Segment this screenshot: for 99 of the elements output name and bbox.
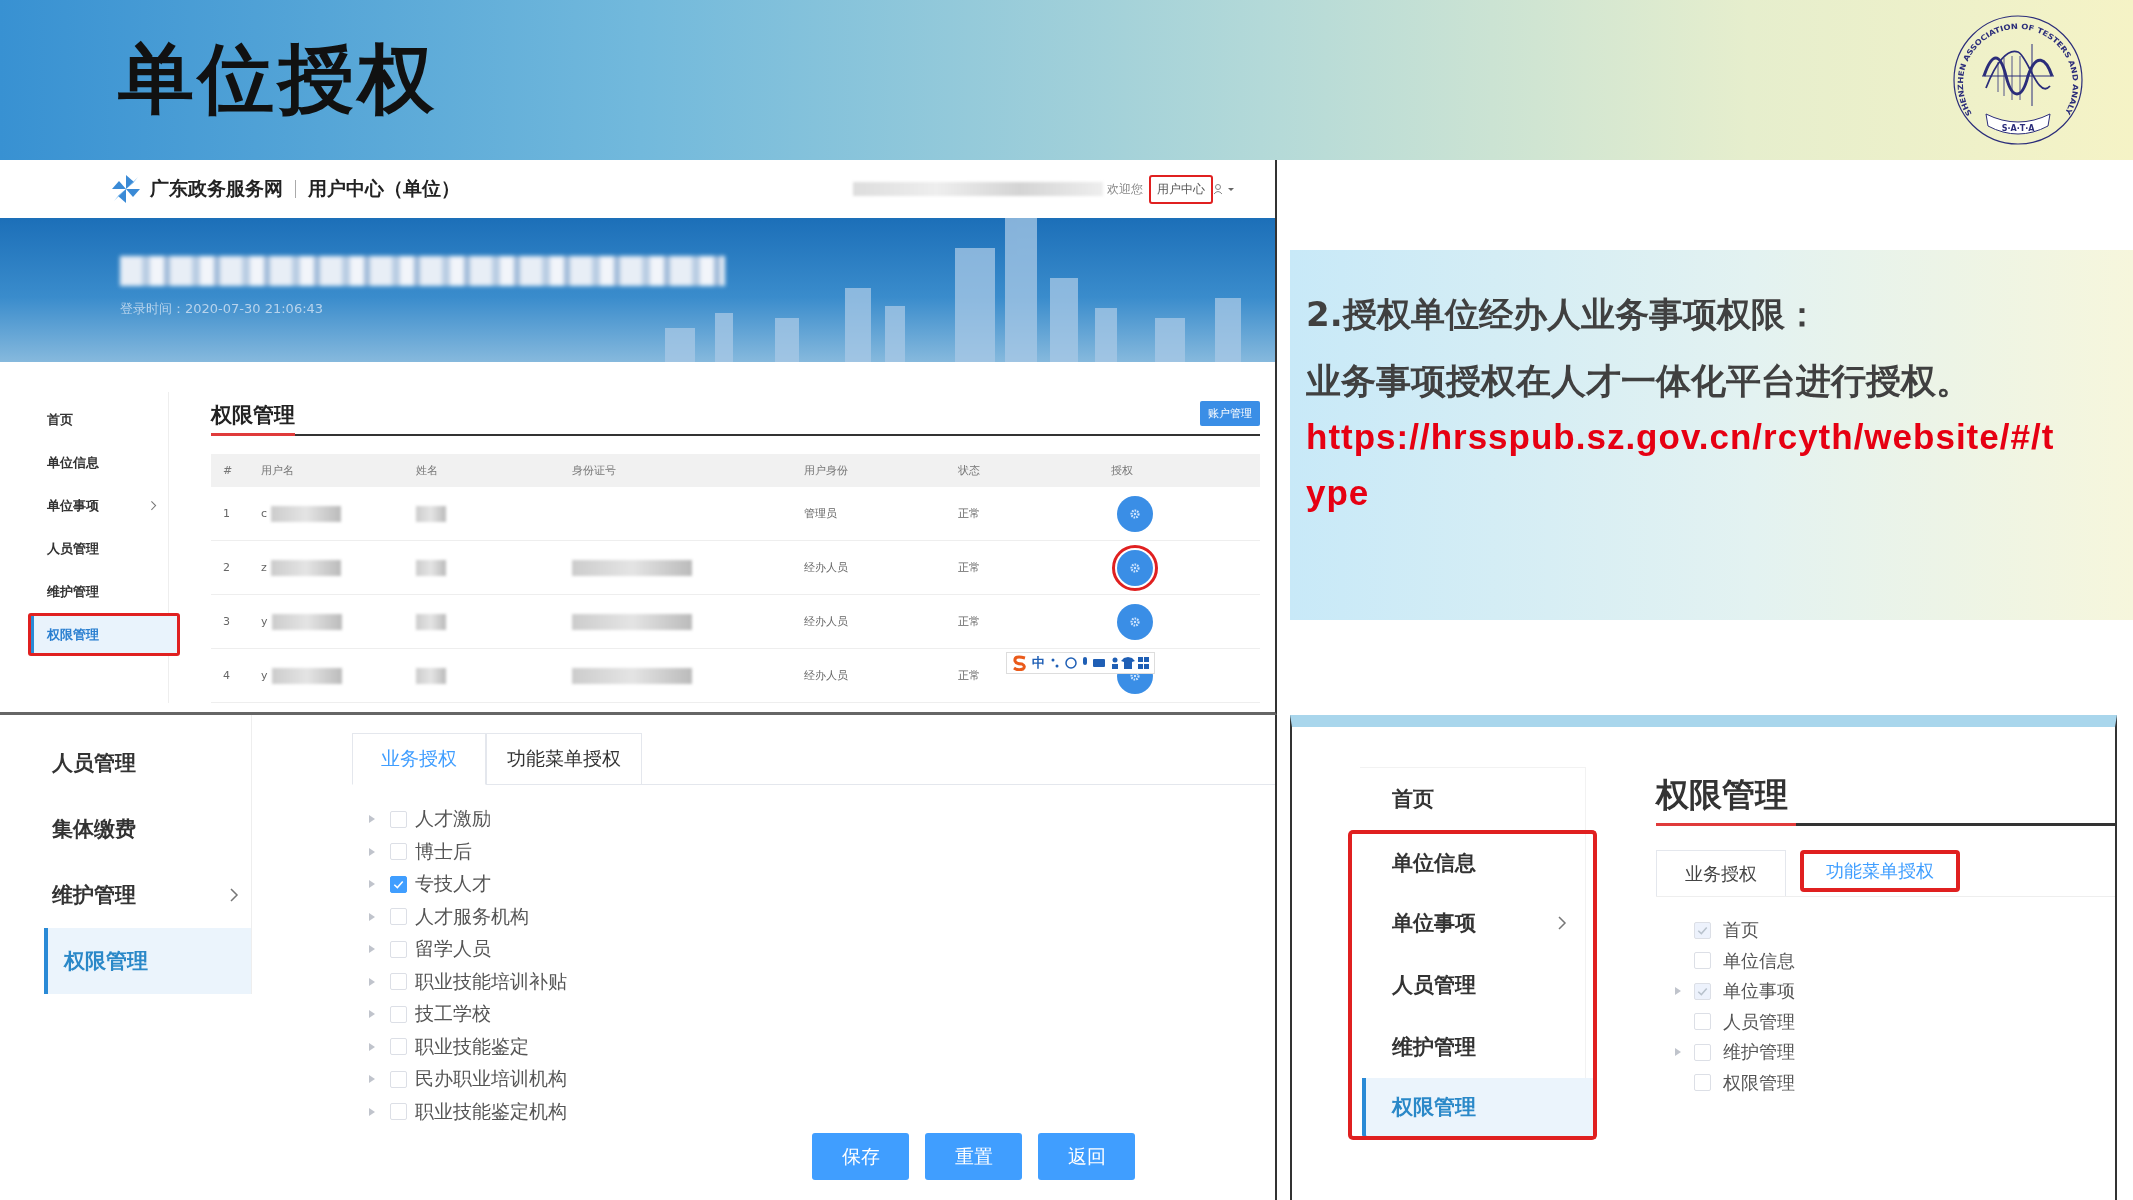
gear-icon <box>1129 507 1141 520</box>
caret-icon[interactable] <box>368 1074 376 1085</box>
table-cell-text: 管理员 <box>803 506 838 521</box>
caret-icon[interactable] <box>368 976 376 987</box>
tree-item-label[interactable]: 单位事项 <box>1723 979 1795 1004</box>
table-cell-text: 经办人员 <box>803 668 849 683</box>
sidebar-item[interactable]: 人员管理 <box>44 730 251 796</box>
input-mode-label[interactable]: 中 <box>1032 654 1045 672</box>
panel-title: 权限管理 <box>211 401 295 436</box>
table-cell-text: 1 <box>222 507 231 520</box>
caret-icon[interactable] <box>368 911 376 922</box>
s-logo-icon <box>1012 655 1028 671</box>
caret-icon[interactable] <box>1674 1047 1682 1058</box>
tree-item-label[interactable]: 单位信息 <box>1723 948 1795 973</box>
tree-item-label[interactable]: 人才服务机构 <box>415 903 529 930</box>
tree-item-label[interactable]: 人员管理 <box>1723 1009 1795 1034</box>
sidebar-item[interactable]: 单位信息 <box>38 441 168 484</box>
column-header: 身份证号 <box>571 463 617 478</box>
blurred-block <box>270 559 341 576</box>
site-name: 广东政务服务网 <box>150 176 283 201</box>
gear-icon <box>1129 615 1141 628</box>
sidebar-item[interactable]: 首页 <box>1360 768 1585 830</box>
tree-item-label[interactable]: 民办职业培训机构 <box>415 1066 567 1093</box>
blurred-block <box>416 667 446 684</box>
caret-icon[interactable] <box>368 846 376 857</box>
chevron-icon <box>229 887 239 903</box>
tab[interactable]: 业务授权 <box>1656 850 1786 896</box>
tree-item-label[interactable]: 专技人才 <box>415 871 491 898</box>
sidebar-item[interactable]: 人员管理 <box>38 527 168 570</box>
caret-icon[interactable] <box>368 1106 376 1117</box>
sidebar-item[interactable]: 人员管理 <box>1348 954 1597 1016</box>
blurred-block <box>271 667 342 684</box>
tree-item-label[interactable]: 职业技能鉴定 <box>415 1033 529 1060</box>
column-header: 状态 <box>957 463 981 478</box>
gear-icon <box>1129 561 1141 574</box>
sidebar-item[interactable]: 单位信息 <box>1348 830 1597 892</box>
chevron-icon <box>150 499 157 512</box>
blurred-block <box>416 559 446 576</box>
table-cell: c <box>261 507 268 520</box>
welcome-text: 欢迎您 <box>1107 180 1143 198</box>
note-text: 业务事项授权在人才一体化平台进行授权。 <box>1306 360 1972 403</box>
ime-tool-icons[interactable] <box>1049 656 1149 670</box>
table-cell-text: 3 <box>222 615 231 628</box>
tree-item-label[interactable]: 留学人员 <box>415 936 491 963</box>
tree-item-label[interactable]: 首页 <box>1723 918 1759 943</box>
pinwheel-logo-icon <box>110 173 142 205</box>
column-header: 姓名 <box>415 463 439 478</box>
sidebar-item[interactable]: 首页 <box>38 398 168 441</box>
caret-icon[interactable] <box>1674 986 1682 997</box>
blurred-block <box>416 613 446 630</box>
caret-icon[interactable] <box>368 944 376 955</box>
sidebar-item[interactable]: 权限管理 <box>28 613 180 656</box>
table-cell-text: 正常 <box>957 668 981 683</box>
blurred-block <box>271 505 342 522</box>
sidebar-item[interactable]: 单位事项 <box>38 484 168 527</box>
tree-item-label[interactable]: 职业技能培训补贴 <box>415 968 567 995</box>
column-header: 用户身份 <box>803 463 849 478</box>
slide-title: 单位授权 <box>118 32 438 125</box>
caret-icon[interactable] <box>368 879 376 890</box>
tree-item-label[interactable]: 职业技能鉴定机构 <box>415 1098 567 1125</box>
table-cell-text: 2 <box>222 561 231 574</box>
tab[interactable]: 功能菜单授权 <box>486 733 642 784</box>
checkbox[interactable] <box>390 875 407 893</box>
table-cell-text: 正常 <box>957 560 981 575</box>
tree-item-label[interactable]: 技工学校 <box>415 1001 491 1028</box>
column-header: # <box>222 464 234 477</box>
user-center-link[interactable]: 用户中心 <box>1149 174 1213 204</box>
caret-icon[interactable] <box>368 1041 376 1052</box>
sidebar-item[interactable]: 维护管理 <box>44 862 251 928</box>
table-cell: y <box>261 615 268 628</box>
caret-icon[interactable] <box>368 1009 376 1020</box>
blurred-block <box>416 505 446 522</box>
table-cell-text: 经办人员 <box>803 560 849 575</box>
login-time: 登录时间：2020-07-30 21:06:43 <box>120 300 325 318</box>
tree-item-label[interactable]: 维护管理 <box>1723 1040 1795 1065</box>
column-header: 用户名 <box>260 463 295 478</box>
sidebar-item[interactable]: 单位事项 <box>1348 892 1597 954</box>
table-cell-text: 4 <box>222 669 231 682</box>
table-cell-text: 正常 <box>957 506 981 521</box>
sidebar-item[interactable]: 集体缴费 <box>44 796 251 862</box>
authorize-button[interactable] <box>1117 495 1153 532</box>
table-cell: z <box>261 561 267 574</box>
table-cell-text: 正常 <box>957 614 981 629</box>
panel-title: 权限管理 <box>1656 773 1789 816</box>
chevron-icon <box>1557 915 1567 931</box>
user-icon[interactable] <box>1213 183 1235 195</box>
column-header: 授权 <box>1110 463 1134 478</box>
table-cell: y <box>261 669 268 682</box>
section-title: 用户中心（单位） <box>308 176 460 201</box>
note-heading: 2.授权单位经办人业务事项权限： <box>1306 293 1820 336</box>
table-cell-text: 经办人员 <box>803 614 849 629</box>
blurred-block <box>271 613 342 630</box>
authorize-button[interactable] <box>1117 603 1153 640</box>
tree-item-label[interactable]: 人才激励 <box>415 806 491 833</box>
sidebar-item[interactable]: 维护管理 <box>38 570 168 613</box>
tree-item-label[interactable]: 博士后 <box>415 838 472 865</box>
tree-item-label[interactable]: 权限管理 <box>1723 1070 1795 1095</box>
url-link[interactable]: https://hrsspub.sz.gov.cn/rcyth/website/#/type <box>1306 409 2074 521</box>
caret-icon[interactable] <box>368 814 376 825</box>
